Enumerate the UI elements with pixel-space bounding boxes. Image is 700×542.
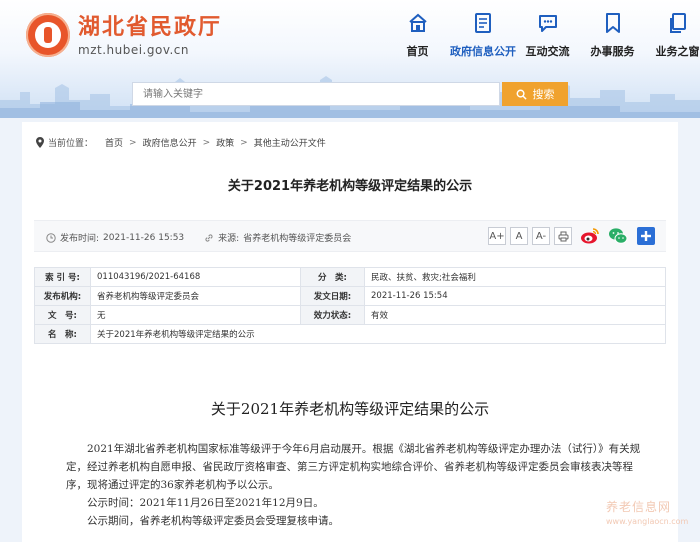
document-info-table: 索 引 号: 011043196/2021-64168 分 类: 民政、扶贫、救…: [34, 267, 666, 344]
document-icon: [474, 13, 491, 33]
breadcrumb-other-files[interactable]: 其他主动公开文件: [254, 136, 326, 149]
info-value: 省养老机构等级评定委员会: [90, 286, 301, 306]
article-meta-bar: 发布时间: 2021-11-26 15:53 来源: 省养老机构等级评定委员会 …: [34, 220, 666, 252]
document-body: 2021年湖北省养老机构国家标准等级评于今年6月启动展开。根据《湖北省养老机构等…: [66, 440, 642, 530]
nav-label-business: 业务之窗: [655, 45, 700, 58]
site-name: 湖北省民政厅: [78, 13, 223, 40]
wechat-icon: [609, 228, 628, 244]
table-row: 名 称: 关于2021年养老机构等级评定结果的公示: [34, 324, 666, 344]
breadcrumb-separator: >: [202, 137, 211, 148]
location-pin-icon: [36, 137, 44, 148]
home-icon: [408, 13, 427, 32]
info-label: 文 号:: [34, 305, 91, 325]
breadcrumb-prefix: 当前位置：: [48, 139, 94, 149]
info-value: 2021-11-26 15:54: [364, 286, 666, 306]
print-button[interactable]: [554, 227, 572, 245]
search-input[interactable]: [132, 82, 500, 106]
share-more-button[interactable]: [636, 226, 656, 246]
publish-time: 2021-11-26 15:53: [103, 232, 185, 243]
nav-item-home[interactable]: 首页: [385, 13, 450, 59]
info-value: 有效: [364, 305, 666, 325]
source-value: 省养老机构等级评定委员会: [243, 234, 352, 244]
font-size-decrease-button[interactable]: A-: [532, 227, 550, 245]
body-paragraph: 2021年湖北省养老机构国家标准等级评于今年6月启动展开。根据《湖北省养老机构等…: [66, 443, 641, 491]
table-row: 文 号: 无 效力状态: 有效: [34, 305, 666, 325]
nav-item-services[interactable]: 办事服务: [580, 13, 645, 59]
nav-label-interaction: 互动交流: [525, 45, 570, 58]
body-paragraph: 公示期间，省养老机构等级评定委员会受理复核申请。: [87, 515, 339, 527]
share-wechat-button[interactable]: [608, 226, 628, 246]
search-icon: [516, 89, 527, 100]
nav-item-gov-info[interactable]: 政府信息公开: [450, 13, 516, 59]
plus-icon: [637, 227, 655, 245]
breadcrumb-separator: >: [240, 137, 248, 148]
source-label: 来源:: [218, 234, 240, 244]
table-row: 发布机构: 省养老机构等级评定委员会 发文日期: 2021-11-26 15:5…: [34, 286, 666, 306]
body-paragraph: 公示时间：2021年11月26日至2021年12月9日。: [87, 497, 324, 509]
breadcrumb-home[interactable]: 首页: [105, 136, 123, 149]
info-label: 发文日期:: [300, 286, 365, 306]
info-label: 名 称:: [34, 324, 91, 344]
publish-time-label: 发布时间:: [60, 234, 100, 244]
info-label: 分 类:: [300, 267, 365, 287]
info-value: 无: [90, 305, 301, 325]
nav-label-home: 首页: [406, 45, 429, 58]
document-title: 关于2021年养老机构等级评定结果的公示: [210, 400, 490, 418]
site-url: mzt.hubei.gov.cn: [78, 42, 190, 57]
nav-label-services: 办事服务: [590, 45, 635, 58]
nav-item-business[interactable]: 业务之窗: [645, 13, 700, 59]
info-label: 效力状态:: [300, 305, 365, 325]
breadcrumb-separator: >: [129, 137, 137, 148]
main-nav: 首页 政府信息公开 互动交流 办事服务 业务之窗: [385, 13, 700, 59]
share-weibo-button[interactable]: [580, 226, 600, 246]
page-title: 关于2021年养老机构等级评定结果的公示: [227, 179, 473, 194]
pages-icon: [669, 13, 686, 33]
chat-bubble-icon: [538, 15, 557, 32]
article-card: 当前位置： 首页 > 政府信息公开 > 政策 > 其他主动公开文件 关于2021…: [22, 122, 678, 542]
nav-item-interaction[interactable]: 互动交流: [515, 13, 580, 59]
nav-label-gov-info: 政府信息公开: [450, 45, 516, 58]
info-value: 关于2021年养老机构等级评定结果的公示: [90, 324, 666, 344]
breadcrumb: 当前位置： 首页 > 政府信息公开 > 政策 > 其他主动公开文件: [36, 136, 326, 149]
emblem-logo-icon: [26, 13, 70, 57]
table-row: 索 引 号: 011043196/2021-64168 分 类: 民政、扶贫、救…: [34, 267, 666, 287]
breadcrumb-gov-info[interactable]: 政府信息公开: [143, 136, 197, 149]
bookmark-icon: [605, 13, 620, 33]
info-label: 索 引 号:: [34, 267, 91, 287]
font-size-default-button[interactable]: A: [510, 227, 528, 245]
site-logo[interactable]: 湖北省民政厅 mzt.hubei.gov.cn: [26, 13, 222, 57]
printer-icon: [558, 231, 568, 241]
link-icon: [205, 233, 213, 242]
font-size-increase-button[interactable]: A+: [488, 227, 506, 245]
clock-icon: [46, 232, 56, 243]
info-value: 011043196/2021-64168: [90, 267, 301, 287]
breadcrumb-policy[interactable]: 政策: [216, 136, 234, 149]
search-button[interactable]: 搜索: [502, 82, 568, 106]
weibo-icon: [581, 228, 599, 244]
info-label: 发布机构:: [34, 286, 91, 306]
site-header: 湖北省民政厅 mzt.hubei.gov.cn 首页 政府信息公开 互动交流 办…: [0, 0, 700, 118]
search-button-label: 搜索: [532, 88, 555, 101]
info-value: 民政、扶贫、救灾;社会福利: [364, 267, 666, 287]
